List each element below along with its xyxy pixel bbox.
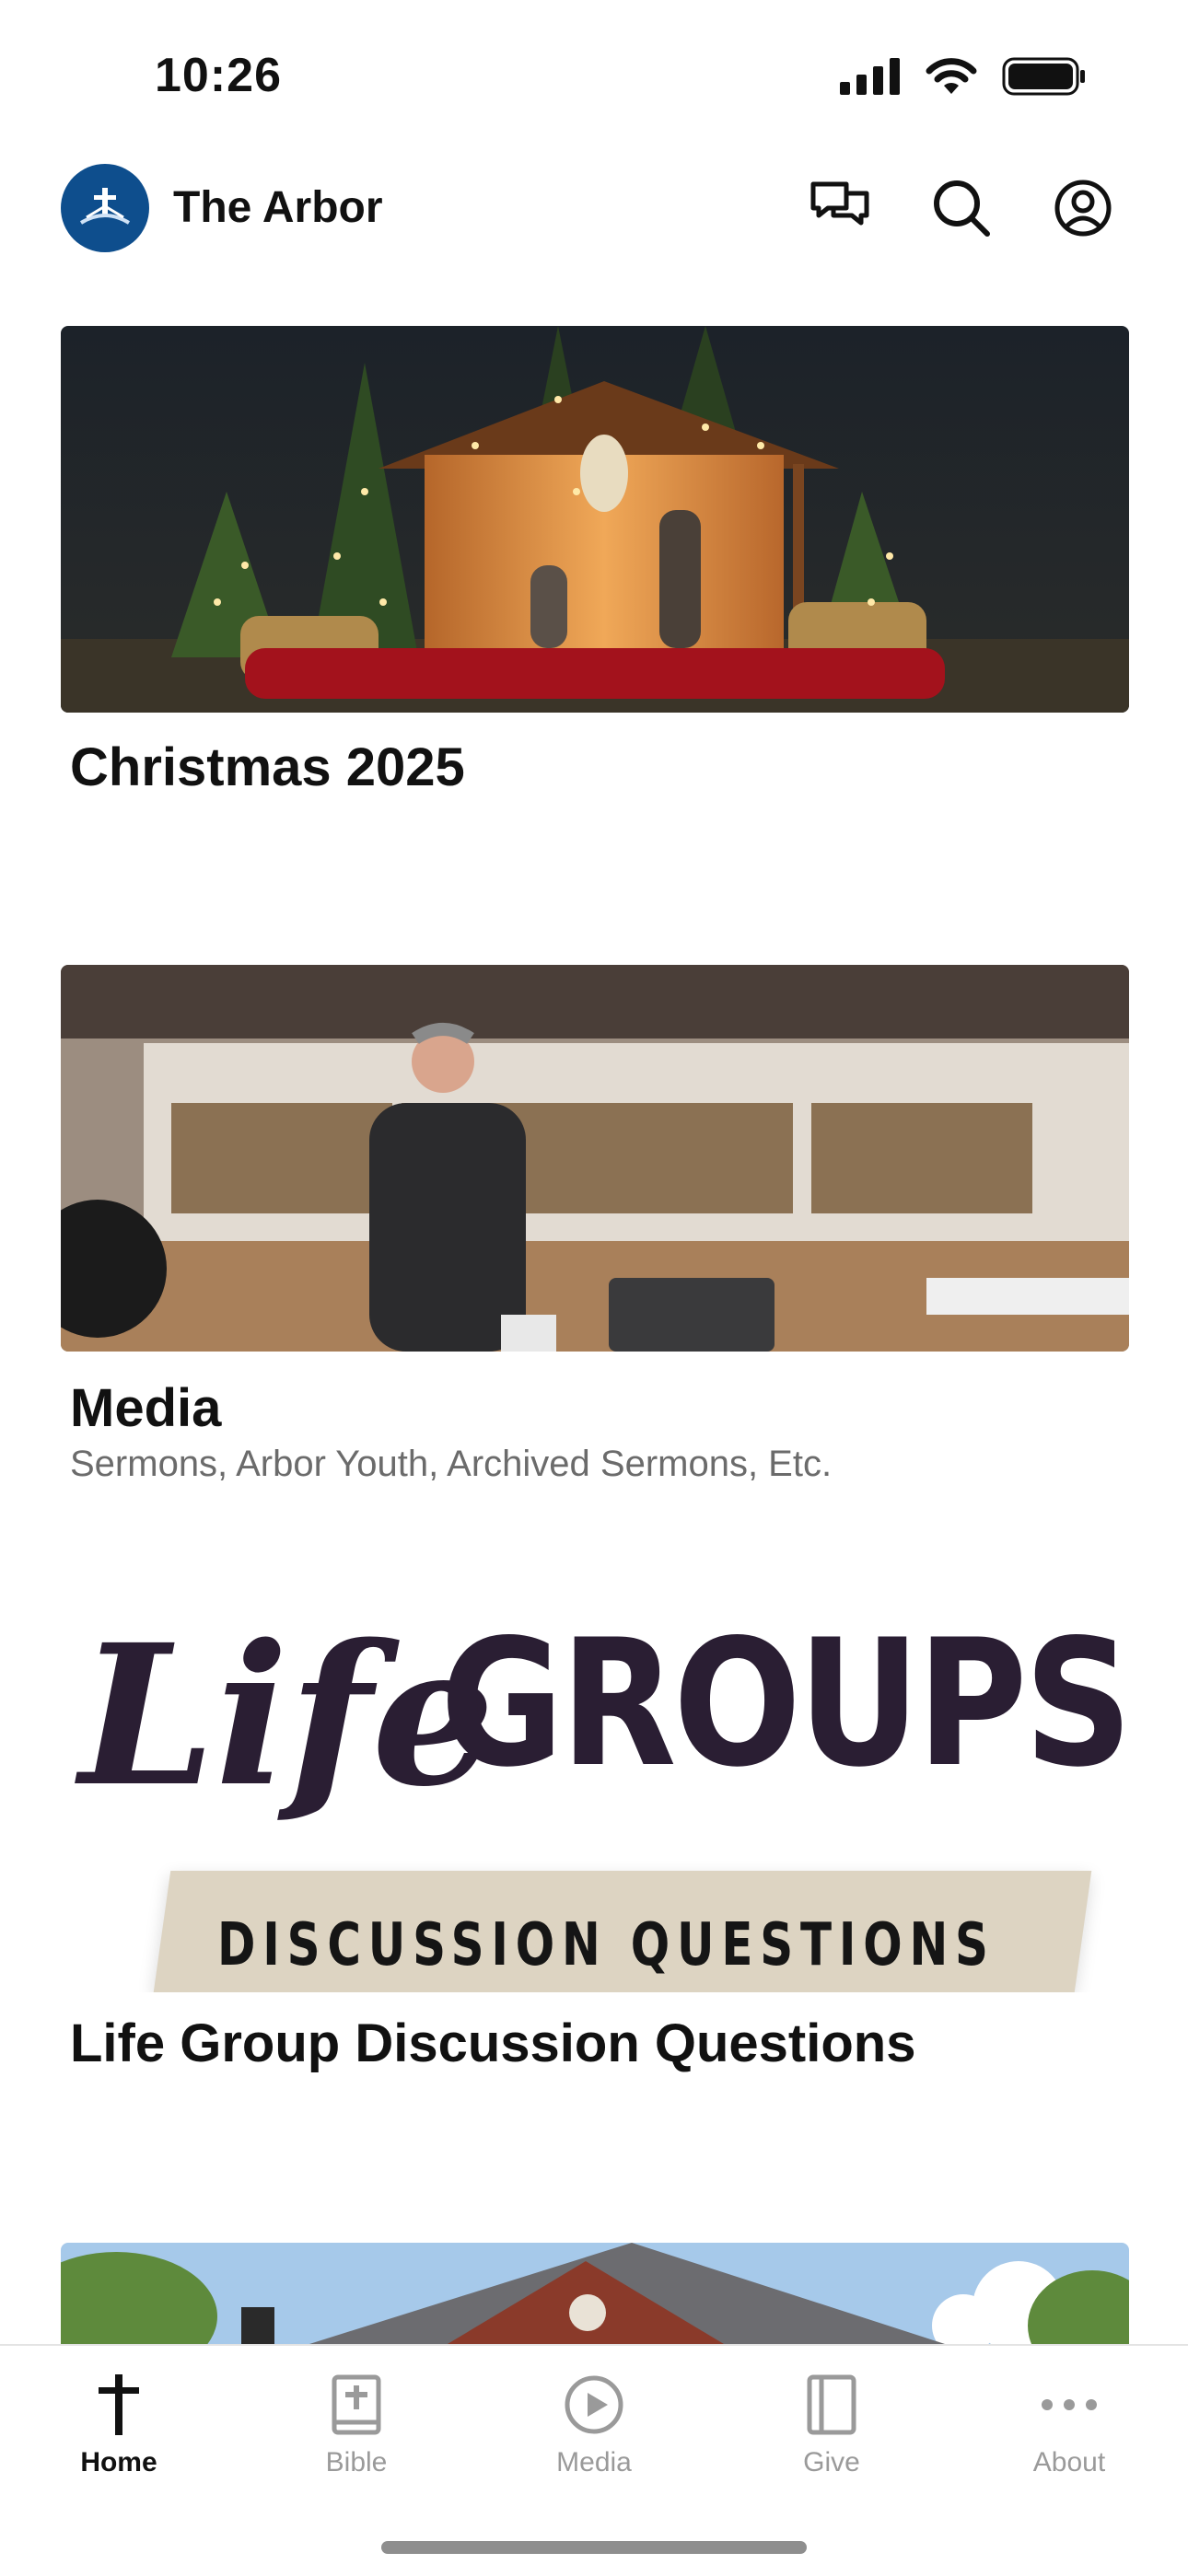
tab-label: Bible bbox=[325, 2447, 388, 2477]
messages-button[interactable] bbox=[807, 175, 873, 241]
christmas-nativity-image bbox=[61, 326, 1129, 713]
life-script-text: Life bbox=[79, 1602, 495, 1829]
card-title: Media bbox=[70, 1378, 222, 1438]
card-subtitle: Sermons, Arbor Youth, Archived Sermons, … bbox=[70, 1444, 833, 1484]
card-media[interactable]: Media Sermons, Arbor Youth, Archived Ser… bbox=[61, 965, 1129, 1484]
profile-button[interactable] bbox=[1050, 175, 1116, 241]
tab-label: Give bbox=[803, 2447, 860, 2477]
app-title: The Arbor bbox=[173, 183, 383, 232]
card-church[interactable] bbox=[61, 2243, 1129, 2344]
bible-icon bbox=[320, 2368, 393, 2442]
wifi-icon bbox=[926, 58, 977, 94]
card-life-groups[interactable]: Life GROUPS DISCUSSION QUESTIONS Life Gr… bbox=[61, 1602, 1129, 2099]
tab-home[interactable]: Home bbox=[0, 2346, 238, 2484]
play-icon bbox=[557, 2368, 631, 2442]
status-icons bbox=[840, 57, 1087, 96]
media-sermon-image bbox=[61, 965, 1129, 1352]
battery-icon bbox=[1002, 57, 1085, 96]
search-button[interactable] bbox=[928, 175, 995, 241]
home-indicator[interactable] bbox=[381, 2541, 807, 2554]
discussion-banner-text: DISCUSSION QUESTIONS bbox=[217, 1911, 996, 1979]
tab-give[interactable]: Give bbox=[713, 2346, 950, 2484]
tab-bible[interactable]: Bible bbox=[238, 2346, 475, 2484]
church-building-image bbox=[61, 2243, 1129, 2344]
tab-label: About bbox=[1032, 2447, 1106, 2477]
status-bar: 10:26 bbox=[0, 0, 1188, 147]
card-title: Life Group Discussion Questions bbox=[70, 2013, 916, 2073]
tab-label: Media bbox=[556, 2447, 632, 2477]
messages-icon bbox=[810, 181, 869, 226]
groups-block-text: GROUPS bbox=[440, 1602, 1129, 1805]
tab-about[interactable]: About bbox=[950, 2346, 1188, 2484]
give-icon bbox=[795, 2368, 868, 2442]
cross-logo-icon[interactable] bbox=[61, 164, 149, 252]
profile-icon bbox=[1054, 180, 1112, 237]
tab-media[interactable]: Media bbox=[475, 2346, 713, 2484]
card-title: Christmas 2025 bbox=[70, 737, 465, 797]
status-time: 10:26 bbox=[155, 49, 282, 102]
app-header: The Arbor bbox=[0, 162, 1188, 254]
cross-icon bbox=[82, 2368, 156, 2442]
life-groups-image: Life GROUPS DISCUSSION QUESTIONS bbox=[61, 1602, 1129, 1992]
tab-label: Home bbox=[80, 2447, 157, 2477]
card-christmas[interactable]: Christmas 2025 bbox=[61, 326, 1129, 841]
signal-icon bbox=[840, 58, 900, 95]
more-icon bbox=[1032, 2368, 1106, 2442]
search-icon bbox=[934, 180, 990, 237]
